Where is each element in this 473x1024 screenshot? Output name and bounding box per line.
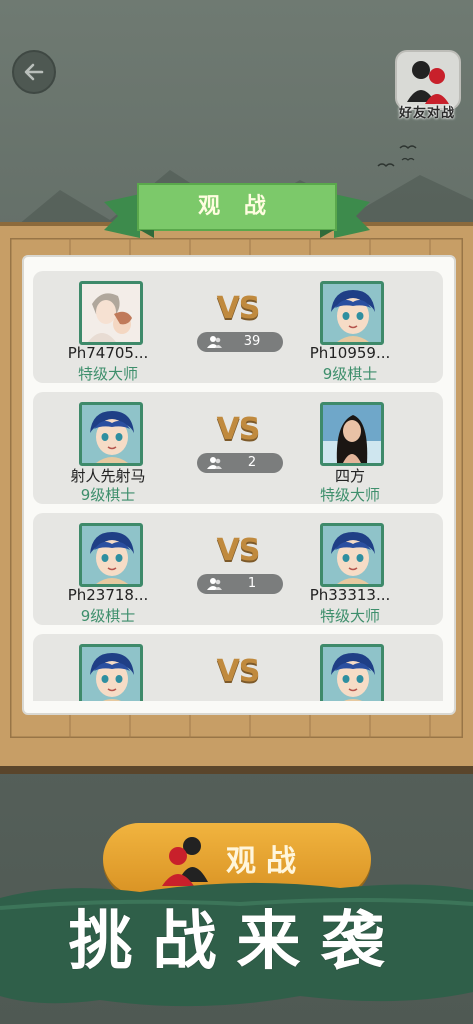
left-player-rank: 9级棋士 [80,607,136,625]
match-row[interactable]: 射人先射马 9级棋士 VS 2 四方 特级大师 [33,392,443,504]
match-row[interactable]: VS [33,634,443,701]
left-player-rank: 特级大师 [77,365,138,383]
player-avatar [320,644,384,701]
viewer-count-badge: 1 [197,574,283,594]
left-player-name: Ph74705... [67,344,149,362]
right-player-rank: 特级大师 [319,486,380,504]
left-player-rank: 9级棋士 [80,486,136,504]
match-list[interactable]: Ph74705... 特级大师 VS 39 Ph10959... 9级棋士 射人… [33,267,443,701]
vs-label: VS [216,533,261,568]
viewers-icon [207,578,222,590]
match-row[interactable]: Ph23718... 9级棋士 VS 1 Ph33313... 特级大师 [33,513,443,625]
viewers-icon [207,457,222,469]
friend-battle-button[interactable]: 好友对战 [392,50,462,126]
viewer-count-badge: 2 [197,453,283,473]
vs-label: VS [216,654,261,689]
viewer-count: 39 [243,334,261,349]
viewer-count: 1 [247,576,257,591]
player-avatar [79,281,143,345]
right-player-rank: 特级大师 [319,607,380,625]
right-player-name: Ph33313... [309,586,391,604]
match-list-panel: Ph74705... 特级大师 VS 39 Ph10959... 9级棋士 射人… [22,255,456,715]
birds-decoration [377,145,417,168]
right-player-name: 四方 [334,467,365,485]
left-player-name: Ph23718... [67,586,149,604]
right-player-name: Ph10959... [309,344,391,362]
friend-battle-label: 好友对战 [398,106,455,121]
friend-battle-icon [395,50,461,110]
left-player-name: 射人先射马 [70,467,146,485]
player-avatar [320,281,384,345]
arrow-left-icon [24,63,44,81]
vs-label: VS [216,412,261,447]
player-avatar [79,402,143,466]
right-player-rank: 9级棋士 [322,365,378,383]
player-avatar [320,523,384,587]
challenge-promo-text: 挑战来袭 [68,904,405,979]
viewer-count: 2 [247,455,257,470]
vs-label: VS [216,291,261,326]
player-avatar [79,523,143,587]
player-avatar [320,402,384,466]
banner-title: 观 战 [198,194,274,219]
viewer-count-badge: 39 [197,332,283,352]
match-row[interactable]: Ph74705... 特级大师 VS 39 Ph10959... 9级棋士 [33,271,443,383]
viewers-icon [207,336,222,348]
back-button[interactable] [12,50,56,94]
player-avatar [79,644,143,701]
